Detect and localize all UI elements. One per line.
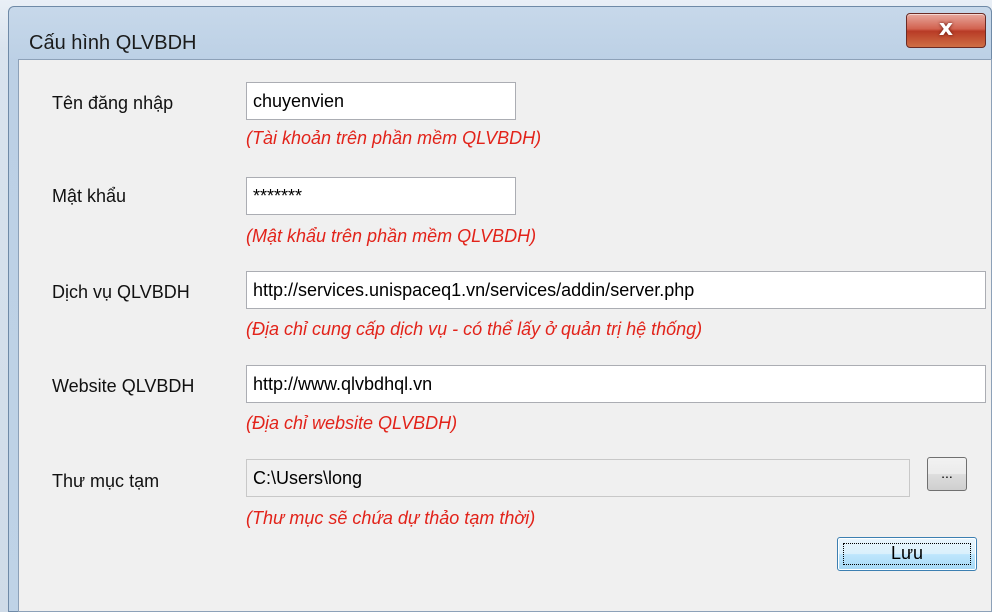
service-label: Dịch vụ QLVBDH (52, 282, 190, 302)
temp-folder-hint: (Thư mục sẽ chứa dự thảo tạm thời) (246, 508, 536, 528)
browse-folder-button[interactable]: ... (927, 457, 967, 491)
dialog-client-area: Tên đăng nhập chuyenvien (Tài khoản trên… (18, 59, 992, 612)
service-url-input[interactable]: http://services.unispaceq1.vn/services/a… (246, 271, 986, 309)
window-title: Cấu hình QLVBDH (29, 32, 197, 54)
username-label: Tên đăng nhập (52, 93, 174, 113)
close-button[interactable]: x (906, 13, 986, 48)
close-icon: x (938, 16, 954, 41)
save-button[interactable]: Lưu (837, 537, 977, 571)
temp-folder-input[interactable]: C:\Users\long (246, 459, 910, 497)
website-url-input[interactable]: http://www.qlvbdhql.vn (246, 365, 986, 403)
website-hint: (Địa chỉ website QLVBDH) (246, 413, 458, 433)
password-label: Mật khẩu (52, 186, 127, 206)
password-hint: (Mật khẩu trên phần mềm QLVBDH) (246, 226, 537, 246)
password-input[interactable]: ******* (246, 177, 516, 215)
username-input[interactable]: chuyenvien (246, 82, 516, 120)
temp-folder-label: Thư mục tạm (52, 471, 160, 491)
service-hint: (Địa chỉ cung cấp dịch vụ - có thể lấy ở… (246, 319, 703, 339)
username-hint: (Tài khoản trên phần mềm QLVBDH) (246, 128, 542, 148)
website-label: Website QLVBDH (52, 376, 195, 396)
focus-rectangle (843, 543, 971, 565)
